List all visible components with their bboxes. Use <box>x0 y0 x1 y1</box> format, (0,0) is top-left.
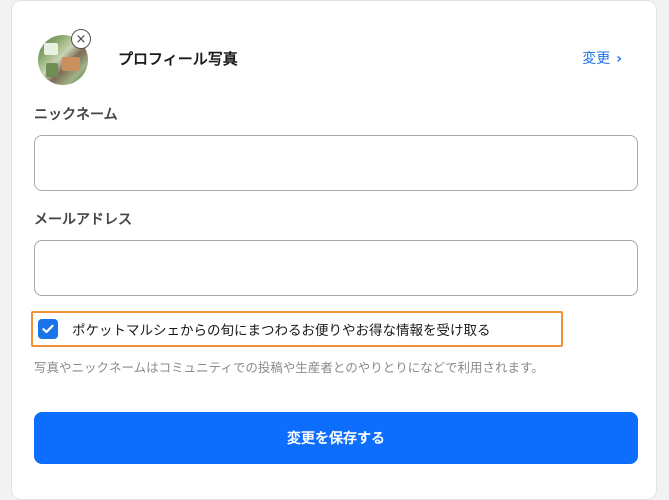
nickname-label: ニックネーム <box>34 107 118 123</box>
avatar-photo-tile <box>46 63 58 77</box>
profile-photo-row: × プロフィール写真 変更 › <box>12 1 656 101</box>
avatar-photo-tile <box>44 43 58 55</box>
profile-photo-title: プロフィール写真 <box>118 50 238 68</box>
change-photo-link[interactable]: 変更 › <box>582 48 622 68</box>
chevron-right-icon: › <box>616 51 622 67</box>
save-button[interactable]: 変更を保存する <box>34 412 638 464</box>
change-photo-label: 変更 <box>582 51 611 67</box>
newsletter-opt-in[interactable]: ポケットマルシェからの旬にまつわるお便りやお得な情報を受け取る <box>31 311 563 347</box>
newsletter-opt-in-label: ポケットマルシェからの旬にまつわるお便りやお得な情報を受け取る <box>72 323 491 339</box>
remove-photo-icon[interactable]: × <box>71 29 91 49</box>
usage-note: 写真やニックネームはコミュニティでの投稿や生産者とのやりとりになどで利用されます… <box>34 360 544 375</box>
checkmark-icon <box>42 324 54 334</box>
nickname-field[interactable] <box>34 135 638 191</box>
email-label: メールアドレス <box>34 212 132 228</box>
email-field[interactable] <box>34 240 638 296</box>
profile-edit-card: × プロフィール写真 変更 › ニックネーム メールアドレス ポケットマルシェから… <box>11 0 657 500</box>
newsletter-checkbox[interactable] <box>38 319 58 339</box>
avatar-photo-tile <box>62 57 80 71</box>
